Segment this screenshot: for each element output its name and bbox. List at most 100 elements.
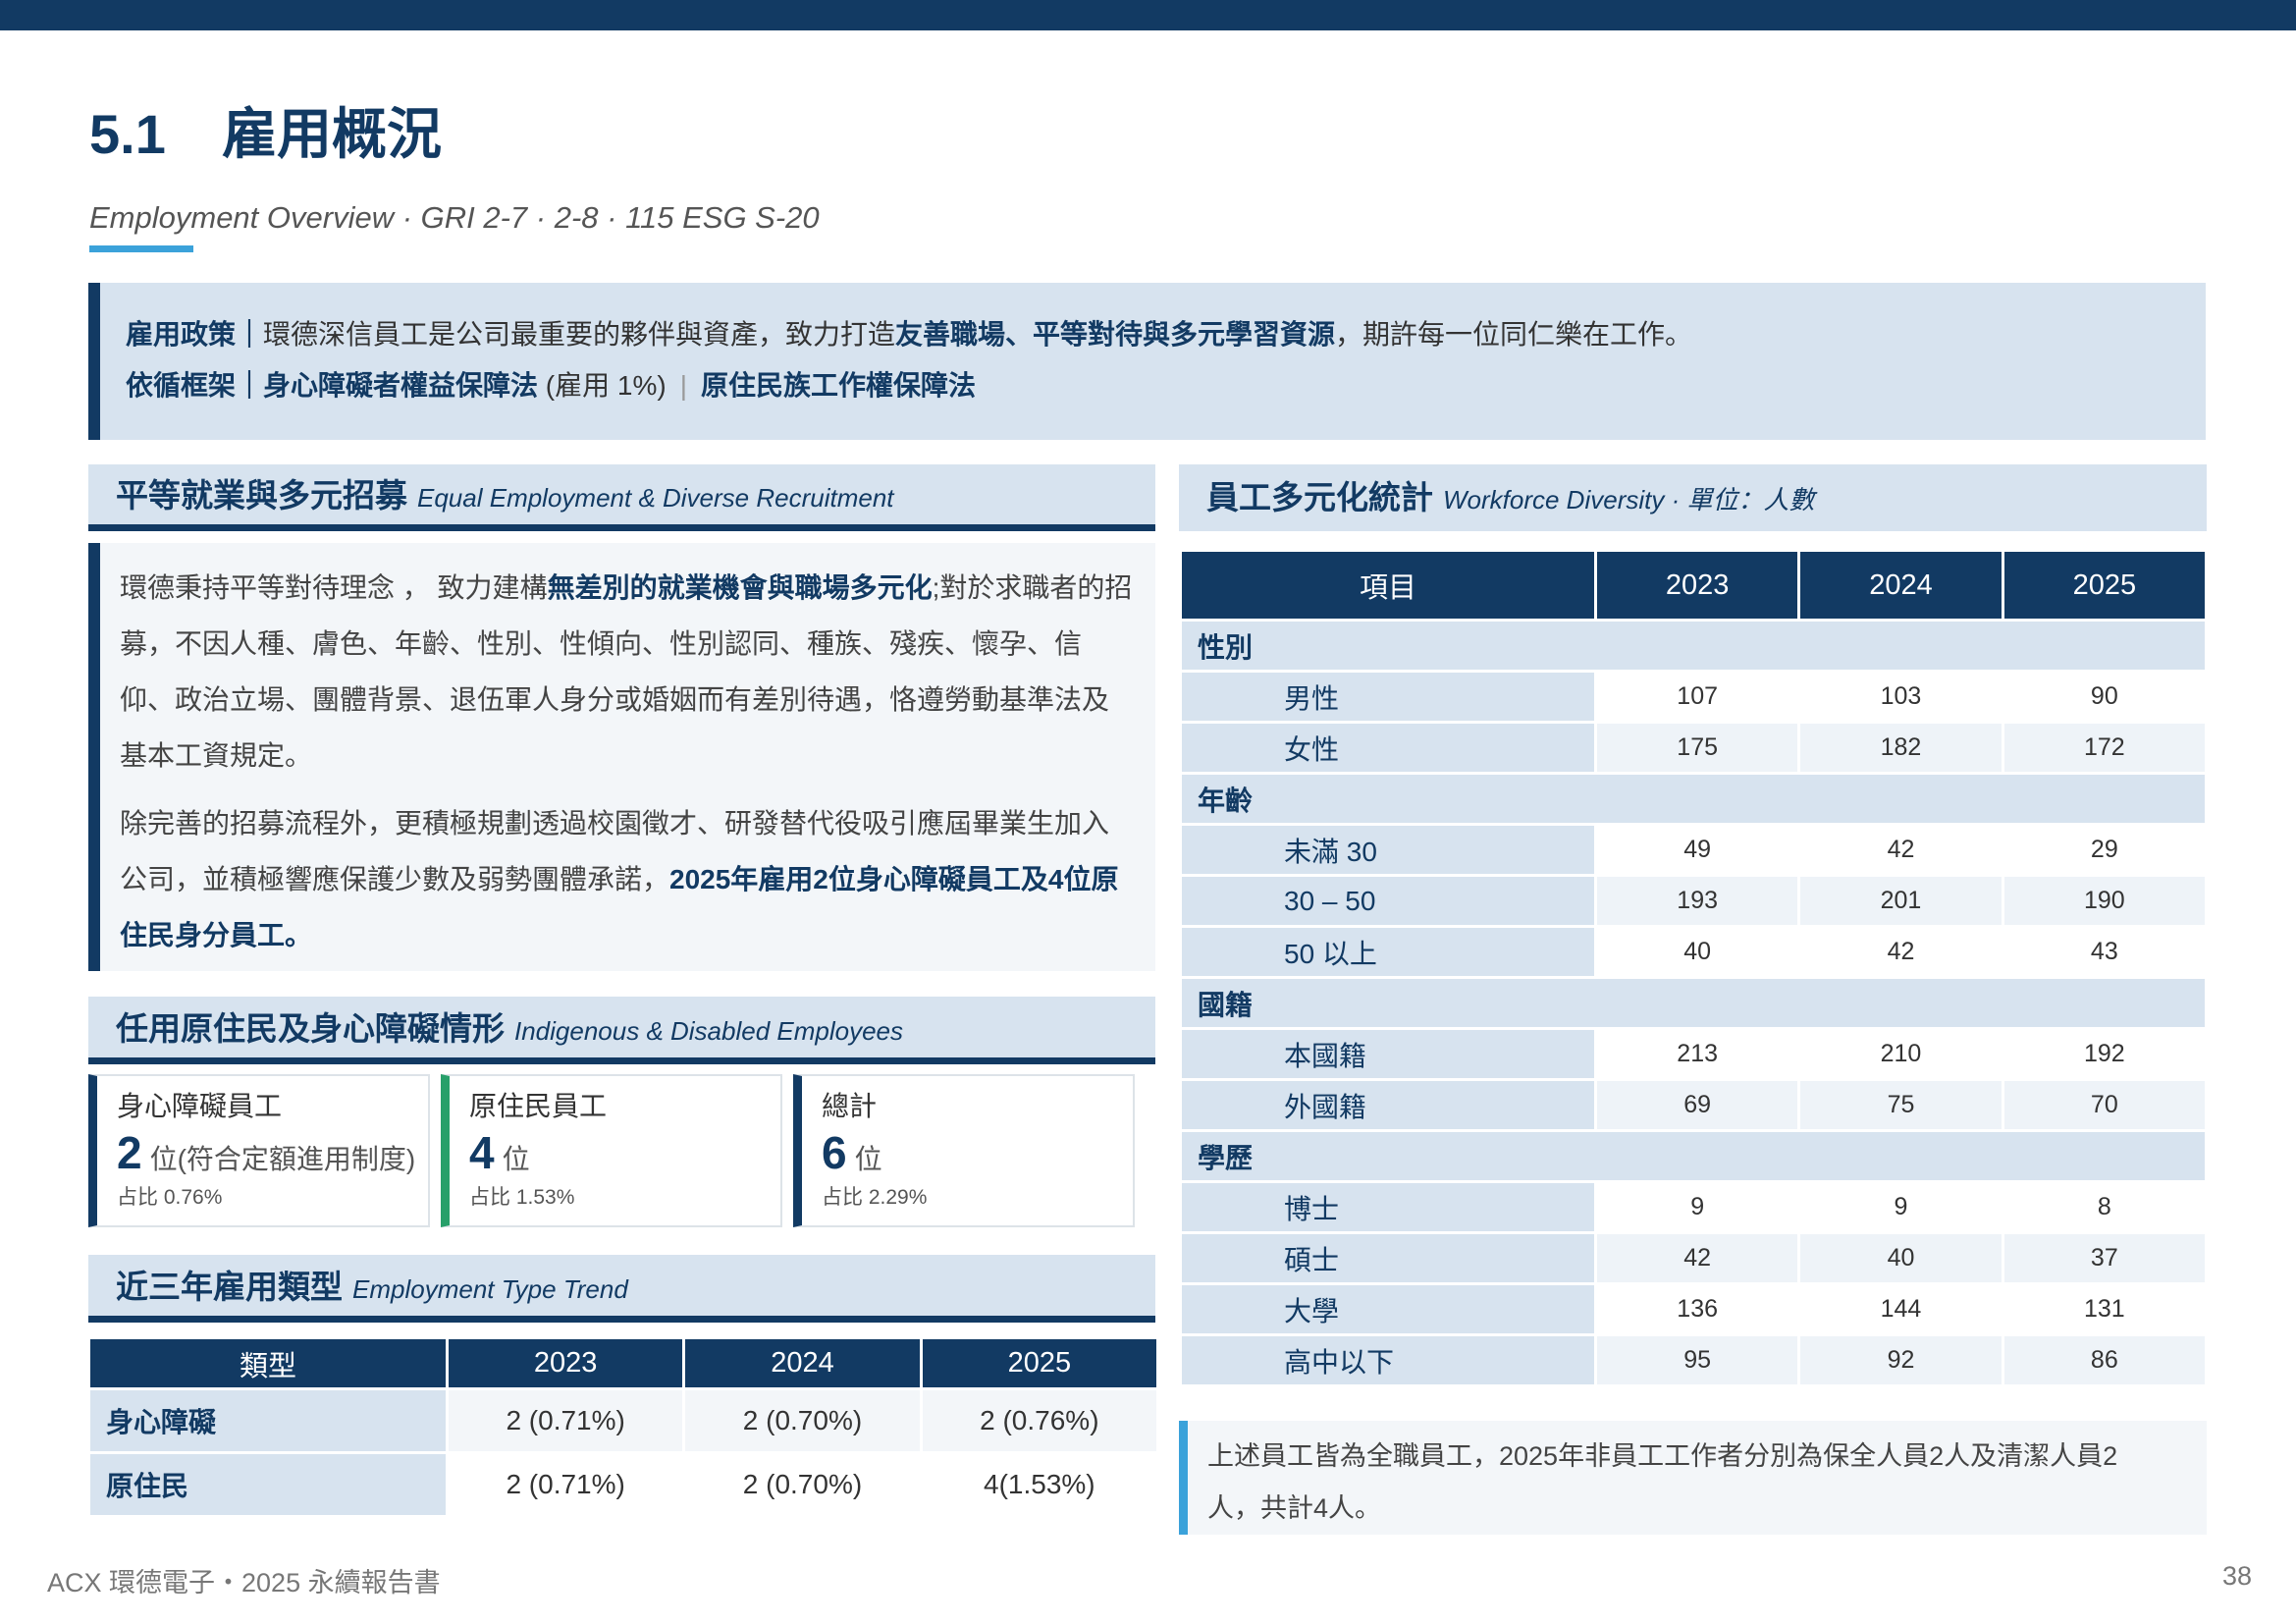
card-label: 原住民員工 (469, 1091, 608, 1121)
row-label: 女性 (1182, 724, 1594, 772)
table-row: 女性 175 182 172 (1182, 724, 2205, 772)
table-cell: 42 (1800, 826, 2002, 874)
row-label: 外國籍 (1182, 1081, 1594, 1129)
table-cell: 136 (1597, 1285, 1798, 1333)
table-cell: 40 (1800, 1234, 2002, 1282)
table-cell: 8 (2003, 1183, 2205, 1231)
policy-text-end: ，期許每一位同仁樂在工作。 (1335, 319, 1693, 350)
table-cell: 75 (1800, 1081, 2002, 1129)
employment-type-header: 近三年雇用類型 Employment Type Trend (88, 1255, 1155, 1323)
table-row: 身心障礙 2 (0.71%) 2 (0.70%) 2 (0.76%) (90, 1390, 1156, 1451)
table-cell: 92 (1800, 1336, 2002, 1384)
total-employees-card: 總計 6位 占比 2.29% (793, 1074, 1135, 1227)
card-label: 總計 (822, 1091, 878, 1121)
table-cell: 193 (1597, 877, 1798, 925)
indigenous-disabled-header: 任用原住民及身心障礙情形 Indigenous & Disabled Employ… (88, 997, 1155, 1064)
workforce-diversity-header: 員工多元化統計 Workforce Diversity · 單位：人數 (1179, 464, 2207, 531)
table-cell: 2 (0.71%) (449, 1454, 683, 1515)
column-header: 2023 (1597, 552, 1798, 619)
column-header: 項目 (1182, 552, 1594, 619)
framework-law-1: 身心障礙者權益保障法 (263, 370, 539, 401)
framework-label: 依循框架｜ (126, 370, 264, 401)
group-label: 性別 (1182, 622, 2205, 670)
table-cell: 192 (2003, 1030, 2205, 1078)
table-cell: 90 (2003, 673, 2205, 721)
row-label: 博士 (1182, 1183, 1594, 1231)
table-cell: 69 (1597, 1081, 1798, 1129)
table-header-row: 項目 2023 2024 2025 (1182, 552, 2205, 619)
policy-highlight: 友善職場、平等對待與多元學習資源 (895, 319, 1336, 350)
card-label: 身心障礙員工 (117, 1091, 283, 1121)
column-header: 2024 (685, 1339, 920, 1387)
footer-report-title: ACX 環德電子・2025 永續報告書 (47, 1568, 441, 1597)
card-value: 2 (117, 1127, 142, 1178)
table-row: 大學 136 144 131 (1182, 1285, 2205, 1333)
table-row: 博士 9 9 8 (1182, 1183, 2205, 1231)
paragraph: 除完善的招募流程外，更積極規劃透過校園徵才、研發替代役吸引應屆畢業生加入公司，並… (120, 795, 1136, 963)
section-title-en: Employment Type Trend (352, 1274, 628, 1304)
card-value: 6 (822, 1127, 847, 1178)
table-cell: 9 (1597, 1183, 1798, 1231)
paragraph-highlight: 無差別的就業機會與職場多元化 (547, 572, 933, 603)
page-title: 5.1 雇用概況 (89, 90, 442, 170)
table-cell: 103 (1800, 673, 2002, 721)
subtitle-underline (89, 245, 193, 252)
group-row: 年齡 (1182, 775, 2205, 823)
section-number: 5.1 (89, 103, 166, 165)
table-cell: 131 (2003, 1285, 2205, 1333)
equal-employment-text: 環德秉持平等對待理念 ， 致力建構無差別的就業機會與職場多元化;對於求職者的招募… (88, 543, 1155, 971)
policy-line: 雇用政策｜環德深信員工是公司最重要的夥伴與資產，致力打造友善職場、平等對待與多元… (126, 309, 2206, 360)
table-cell: 144 (1800, 1285, 2002, 1333)
table-cell: 2 (0.76%) (922, 1390, 1156, 1451)
disabled-employees-card: 身心障礙員工 2 位(符合定額進用制度) 占比 0.76% (88, 1074, 430, 1227)
table-row: 男性 107 103 90 (1182, 673, 2205, 721)
table-cell: 213 (1597, 1030, 1798, 1078)
paragraph: 環德秉持平等對待理念 ， 致力建構無差別的就業機會與職場多元化;對於求職者的招募… (120, 560, 1136, 784)
table-cell: 107 (1597, 673, 1798, 721)
policy-label: 雇用政策｜ (126, 319, 264, 350)
framework-separator: | (679, 370, 687, 401)
card-ratio: 占比 1.53% (469, 1186, 575, 1209)
table-cell: 182 (1800, 724, 2002, 772)
section-title-en: Workforce Diversity · 單位：人數 (1443, 485, 1815, 514)
row-label: 大學 (1182, 1285, 1594, 1333)
section-title-cn: 員工多元化統計 (1206, 479, 1433, 515)
table-cell: 86 (2003, 1336, 2205, 1384)
card-value: 4 (469, 1127, 495, 1178)
group-label: 年齡 (1182, 775, 2205, 823)
table-cell: 2 (0.71%) (449, 1390, 683, 1451)
column-header: 類型 (90, 1339, 446, 1387)
framework-law-1-note: (雇用 1%) (538, 370, 667, 401)
row-label: 未滿 30 (1182, 826, 1594, 874)
group-row: 國籍 (1182, 979, 2205, 1027)
table-row: 原住民 2 (0.71%) 2 (0.70%) 4(1.53%) (90, 1454, 1156, 1515)
column-header: 2025 (2003, 552, 2205, 619)
table-cell: 9 (1800, 1183, 2002, 1231)
card-ratio: 占比 2.29% (822, 1186, 928, 1209)
section-title: 雇用概況 (222, 103, 442, 165)
table-row: 未滿 30 49 42 29 (1182, 826, 2205, 874)
framework-law-2: 原住民族工作權保障法 (701, 370, 977, 401)
group-label: 學歷 (1182, 1132, 2205, 1180)
table-row: 高中以下 95 92 86 (1182, 1336, 2205, 1384)
row-label: 高中以下 (1182, 1336, 1594, 1384)
card-unit: 位 (502, 1144, 530, 1174)
table-row: 50 以上 40 42 43 (1182, 928, 2205, 976)
row-label: 本國籍 (1182, 1030, 1594, 1078)
table-row: 外國籍 69 75 70 (1182, 1081, 2205, 1129)
row-label: 30 – 50 (1182, 877, 1594, 925)
table-cell: 2 (0.70%) (685, 1390, 920, 1451)
employment-type-table: 類型 2023 2024 2025 身心障礙 2 (0.71%) 2 (0.70… (87, 1336, 1159, 1518)
table-cell: 4(1.53%) (922, 1454, 1156, 1515)
section-title-cn: 平等就業與多元招募 (116, 477, 407, 514)
table-cell: 210 (1800, 1030, 2002, 1078)
table-row: 本國籍 213 210 192 (1182, 1030, 2205, 1078)
indigenous-employees-card: 原住民員工 4位 占比 1.53% (441, 1074, 782, 1227)
row-label: 碩士 (1182, 1234, 1594, 1282)
group-label: 國籍 (1182, 979, 2205, 1027)
row-label: 50 以上 (1182, 928, 1594, 976)
table-row: 30 – 50 193 201 190 (1182, 877, 2205, 925)
table-cell: 40 (1597, 928, 1798, 976)
table-cell: 190 (2003, 877, 2205, 925)
section-title-cn: 近三年雇用類型 (116, 1269, 343, 1305)
